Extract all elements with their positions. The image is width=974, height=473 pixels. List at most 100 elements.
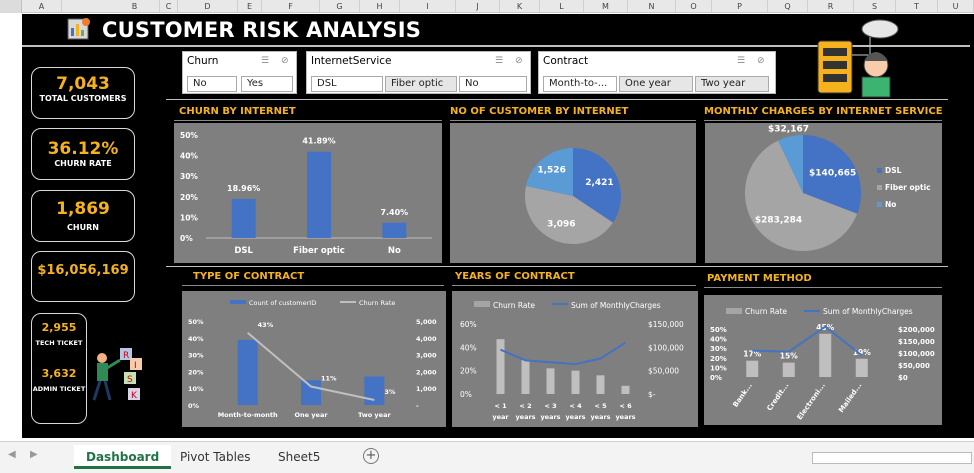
slicer-contract: Contract ☰ ⊘ Month-to-... One year Two y…: [538, 51, 776, 94]
column-header-n[interactable]: N: [628, 0, 676, 13]
chart-churn-by-internet[interactable]: 0% 10% 20% 30% 40% 50% 18.96% DSL 41.89% Fiber op…: [174, 123, 442, 263]
y2-tick-label: $100,000: [898, 350, 935, 358]
column-header-o[interactable]: O: [676, 0, 712, 13]
clear-filter-icon[interactable]: ⊘: [757, 56, 765, 66]
column-header-a[interactable]: A: [22, 0, 62, 13]
horizontal-scrollbar[interactable]: [812, 452, 972, 464]
row-divider: [166, 99, 948, 100]
clear-filter-icon[interactable]: ⊘: [281, 56, 289, 66]
multi-select-icon[interactable]: ☰: [261, 56, 269, 66]
column-header-m[interactable]: M: [584, 0, 628, 13]
bar: [596, 375, 605, 394]
data-label: 1,526: [537, 166, 565, 176]
column-header-p[interactable]: P: [712, 0, 768, 13]
column-header-s[interactable]: S: [854, 0, 896, 13]
page-title: CUSTOMER RISK ANALYSIS: [102, 18, 422, 42]
data-label: 43%: [258, 321, 274, 329]
section-title-monthly-by-internet: MONTHLY CHARGES BY INTERNET SERVICE: [704, 106, 943, 117]
section-underline: [452, 285, 696, 286]
slicer-internet-service: InternetService ☰ ⊘ DSL Fiber optic No: [306, 51, 531, 94]
y-tick-label: 20%: [460, 367, 477, 376]
y-tick-label: 10%: [710, 364, 727, 372]
column-header-l[interactable]: L: [540, 0, 584, 13]
column-header-j[interactable]: J: [456, 0, 500, 13]
column-header-e[interactable]: E: [238, 0, 262, 13]
y-tick-label: 40%: [188, 335, 204, 343]
legend-label: Count of customerID: [249, 299, 316, 307]
next-sheet-icon[interactable]: ▶: [30, 449, 38, 460]
slicer-title: Contract: [543, 55, 589, 67]
x-tick-label: < 5: [594, 402, 607, 410]
add-sheet-button[interactable]: +: [363, 448, 379, 464]
column-header-k[interactable]: K: [500, 0, 540, 13]
data-label: 19%: [853, 348, 871, 357]
column-header-r[interactable]: R: [808, 0, 854, 13]
y-tick-label: 30%: [180, 172, 198, 181]
column-header-d[interactable]: D: [178, 0, 238, 13]
tab-pivot-tables[interactable]: Pivot Tables: [168, 445, 263, 469]
section-underline: [182, 285, 444, 286]
column-header-u[interactable]: U: [938, 0, 974, 13]
legend-label: Sum of MonthlyCharges: [571, 301, 661, 310]
select-all-corner[interactable]: [0, 0, 22, 13]
chart-years-of-contract[interactable]: Churn Rate Sum of MonthlyCharges 0% 20% 40% 6…: [452, 291, 698, 427]
slicer-item-two-year[interactable]: Two year: [695, 76, 769, 92]
legend-swatch: [230, 300, 246, 304]
y-tick-label: 0%: [188, 402, 200, 410]
chart-customers-by-internet[interactable]: 2,421 3,096 1,526: [450, 123, 696, 263]
chart-type-of-contract[interactable]: Count of customerID Churn Rate 0% 10% 20% 30%…: [182, 291, 446, 427]
slicer-item-month-to-month[interactable]: Month-to-...: [543, 76, 617, 92]
chart-payment-method[interactable]: Churn Rate Sum of MonthlyCharges 0% 10%20% 3…: [704, 295, 942, 425]
clear-filter-icon[interactable]: ⊘: [515, 56, 523, 66]
column-header-q[interactable]: Q: [768, 0, 808, 13]
bar: [237, 339, 258, 405]
bar: [382, 222, 407, 238]
column-header-g[interactable]: G: [320, 0, 360, 13]
sheet-tab-bar: ◀ ▶ Dashboard Pivot Tables Sheet5 +: [0, 441, 974, 473]
prev-sheet-icon[interactable]: ◀: [8, 449, 16, 460]
x-tick-label: year: [492, 413, 509, 421]
data-label: 41.89%: [302, 137, 335, 146]
tab-sheet5[interactable]: Sheet5: [266, 445, 332, 469]
kpi-total-customers: 7,043 TOTAL CUSTOMERS: [31, 67, 135, 119]
y2-tick-label: $100,000: [648, 343, 684, 352]
column-header-h[interactable]: H: [360, 0, 400, 13]
x-tick-label: years: [590, 413, 610, 421]
slicer-item-no[interactable]: No: [459, 76, 527, 92]
bar: [621, 385, 630, 394]
x-tick-label: Fiber optic: [293, 246, 345, 256]
chart-monthly-by-internet[interactable]: $140,665 $283,284 $32,167 DSL Fiber optic No: [705, 123, 942, 263]
y2-tick-label: $0: [898, 374, 908, 382]
column-header-i[interactable]: I: [400, 0, 456, 13]
y-tick-label: 10%: [188, 385, 204, 393]
column-header-f[interactable]: F: [262, 0, 320, 13]
multi-select-icon[interactable]: ☰: [495, 56, 503, 66]
x-tick-label: Bank...: [731, 382, 753, 409]
slicer-item-fiber-optic[interactable]: Fiber optic: [385, 76, 457, 92]
column-header-c[interactable]: C: [160, 0, 178, 13]
row-divider: [166, 266, 948, 267]
slicer-item-yes[interactable]: Yes: [241, 76, 293, 92]
y-tick-label: 40%: [710, 336, 727, 344]
y2-tick-label: 5,000: [416, 318, 437, 326]
tab-dashboard[interactable]: Dashboard: [74, 445, 172, 469]
y-tick-label: 20%: [710, 355, 727, 363]
slicer-item-one-year[interactable]: One year: [619, 76, 693, 92]
column-header-b[interactable]: B: [110, 0, 160, 13]
x-tick-label: Electroni...: [796, 382, 827, 422]
y-tick-label: 30%: [710, 345, 727, 353]
multi-select-icon[interactable]: ☰: [737, 56, 745, 66]
slicer-item-no[interactable]: No: [187, 76, 237, 92]
kpi-value: 7,043: [56, 74, 110, 94]
kpi-label: CHURN RATE: [54, 159, 112, 168]
x-tick-label: Credit...: [765, 382, 790, 413]
legend-swatch: [877, 202, 882, 207]
y2-tick-label: $150,000: [648, 320, 684, 329]
support-agent-illustration-icon: [817, 19, 899, 98]
admin-ticket-value: 3,632: [41, 367, 77, 380]
y-tick-label: 40%: [460, 343, 477, 352]
slicer-item-dsl[interactable]: DSL: [311, 76, 383, 92]
kpi-monthly-charges: $16,056,169: [31, 251, 135, 302]
column-header-t[interactable]: T: [896, 0, 938, 13]
y2-tick-label: $50,000: [898, 362, 930, 370]
